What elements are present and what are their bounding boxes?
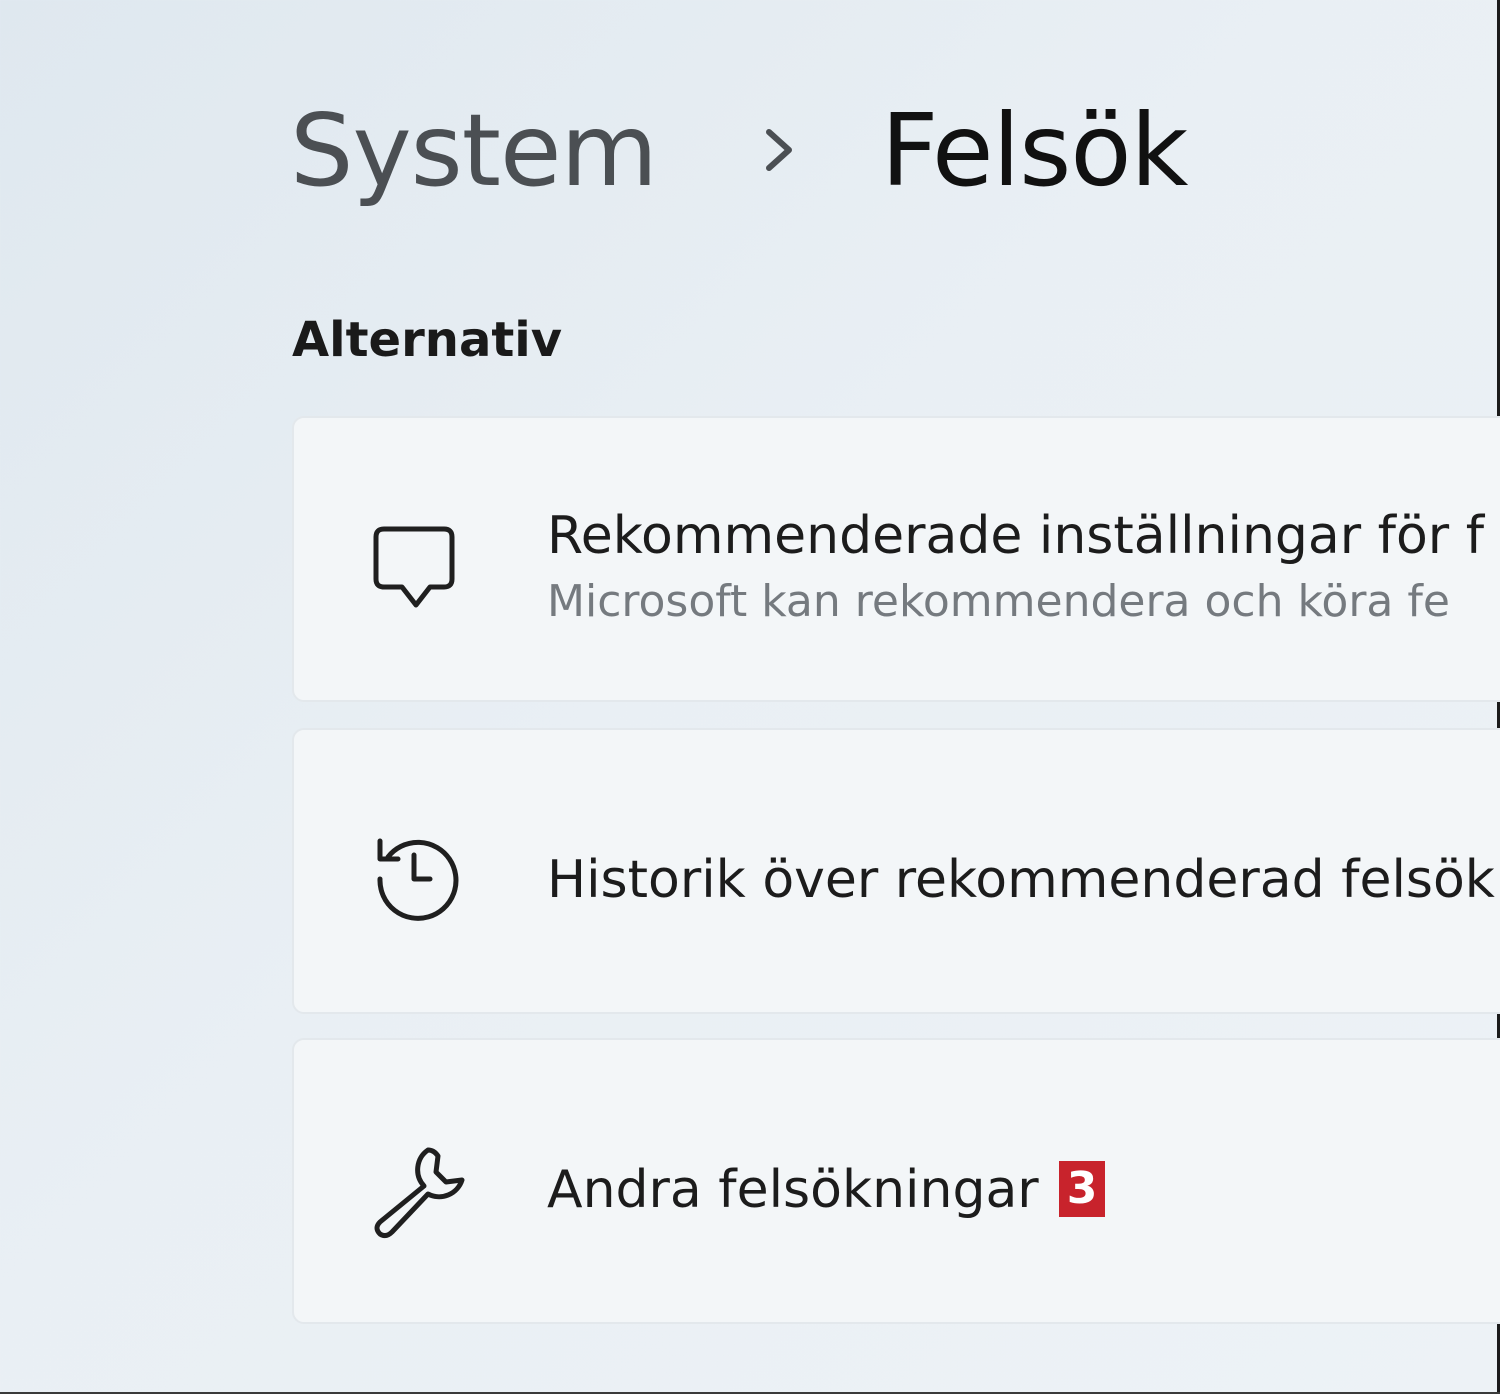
chat-bubble-icon	[373, 526, 455, 608]
card-description: Microsoft kan rekommendera och köra fe	[547, 576, 1450, 627]
recommended-settings-text: Rekommenderade inställningar för f Micro…	[547, 504, 1484, 630]
wrench-icon	[374, 1147, 465, 1239]
card-title: Historik över rekommenderad felsök	[547, 850, 1495, 910]
other-troubleshooters-text: Andra felsökningar 3	[547, 1158, 1106, 1222]
other-troubleshooters-card[interactable]: Andra felsökningar 3	[292, 1038, 1500, 1324]
card-title: Rekommenderade inställningar för f	[547, 506, 1485, 566]
troubleshoot-history-text: Historik över rekommenderad felsök	[547, 848, 1495, 912]
chevron-right-icon	[765, 129, 792, 171]
card-title-label: Andra felsökningar	[547, 1160, 1039, 1220]
card-title: Andra felsökningar 3	[547, 1158, 1106, 1222]
troubleshoot-history-card[interactable]: Historik över rekommenderad felsök	[292, 728, 1500, 1014]
history-clock-icon	[377, 838, 459, 921]
step-badge: 3	[1058, 1161, 1106, 1217]
breadcrumb: System Felsök	[290, 80, 1189, 220]
breadcrumb-system-link[interactable]: System	[290, 92, 658, 209]
recommended-settings-card[interactable]: Rekommenderade inställningar för f Micro…	[292, 416, 1500, 702]
page-title: Felsök	[880, 91, 1189, 209]
section-heading: Alternativ	[292, 312, 563, 368]
